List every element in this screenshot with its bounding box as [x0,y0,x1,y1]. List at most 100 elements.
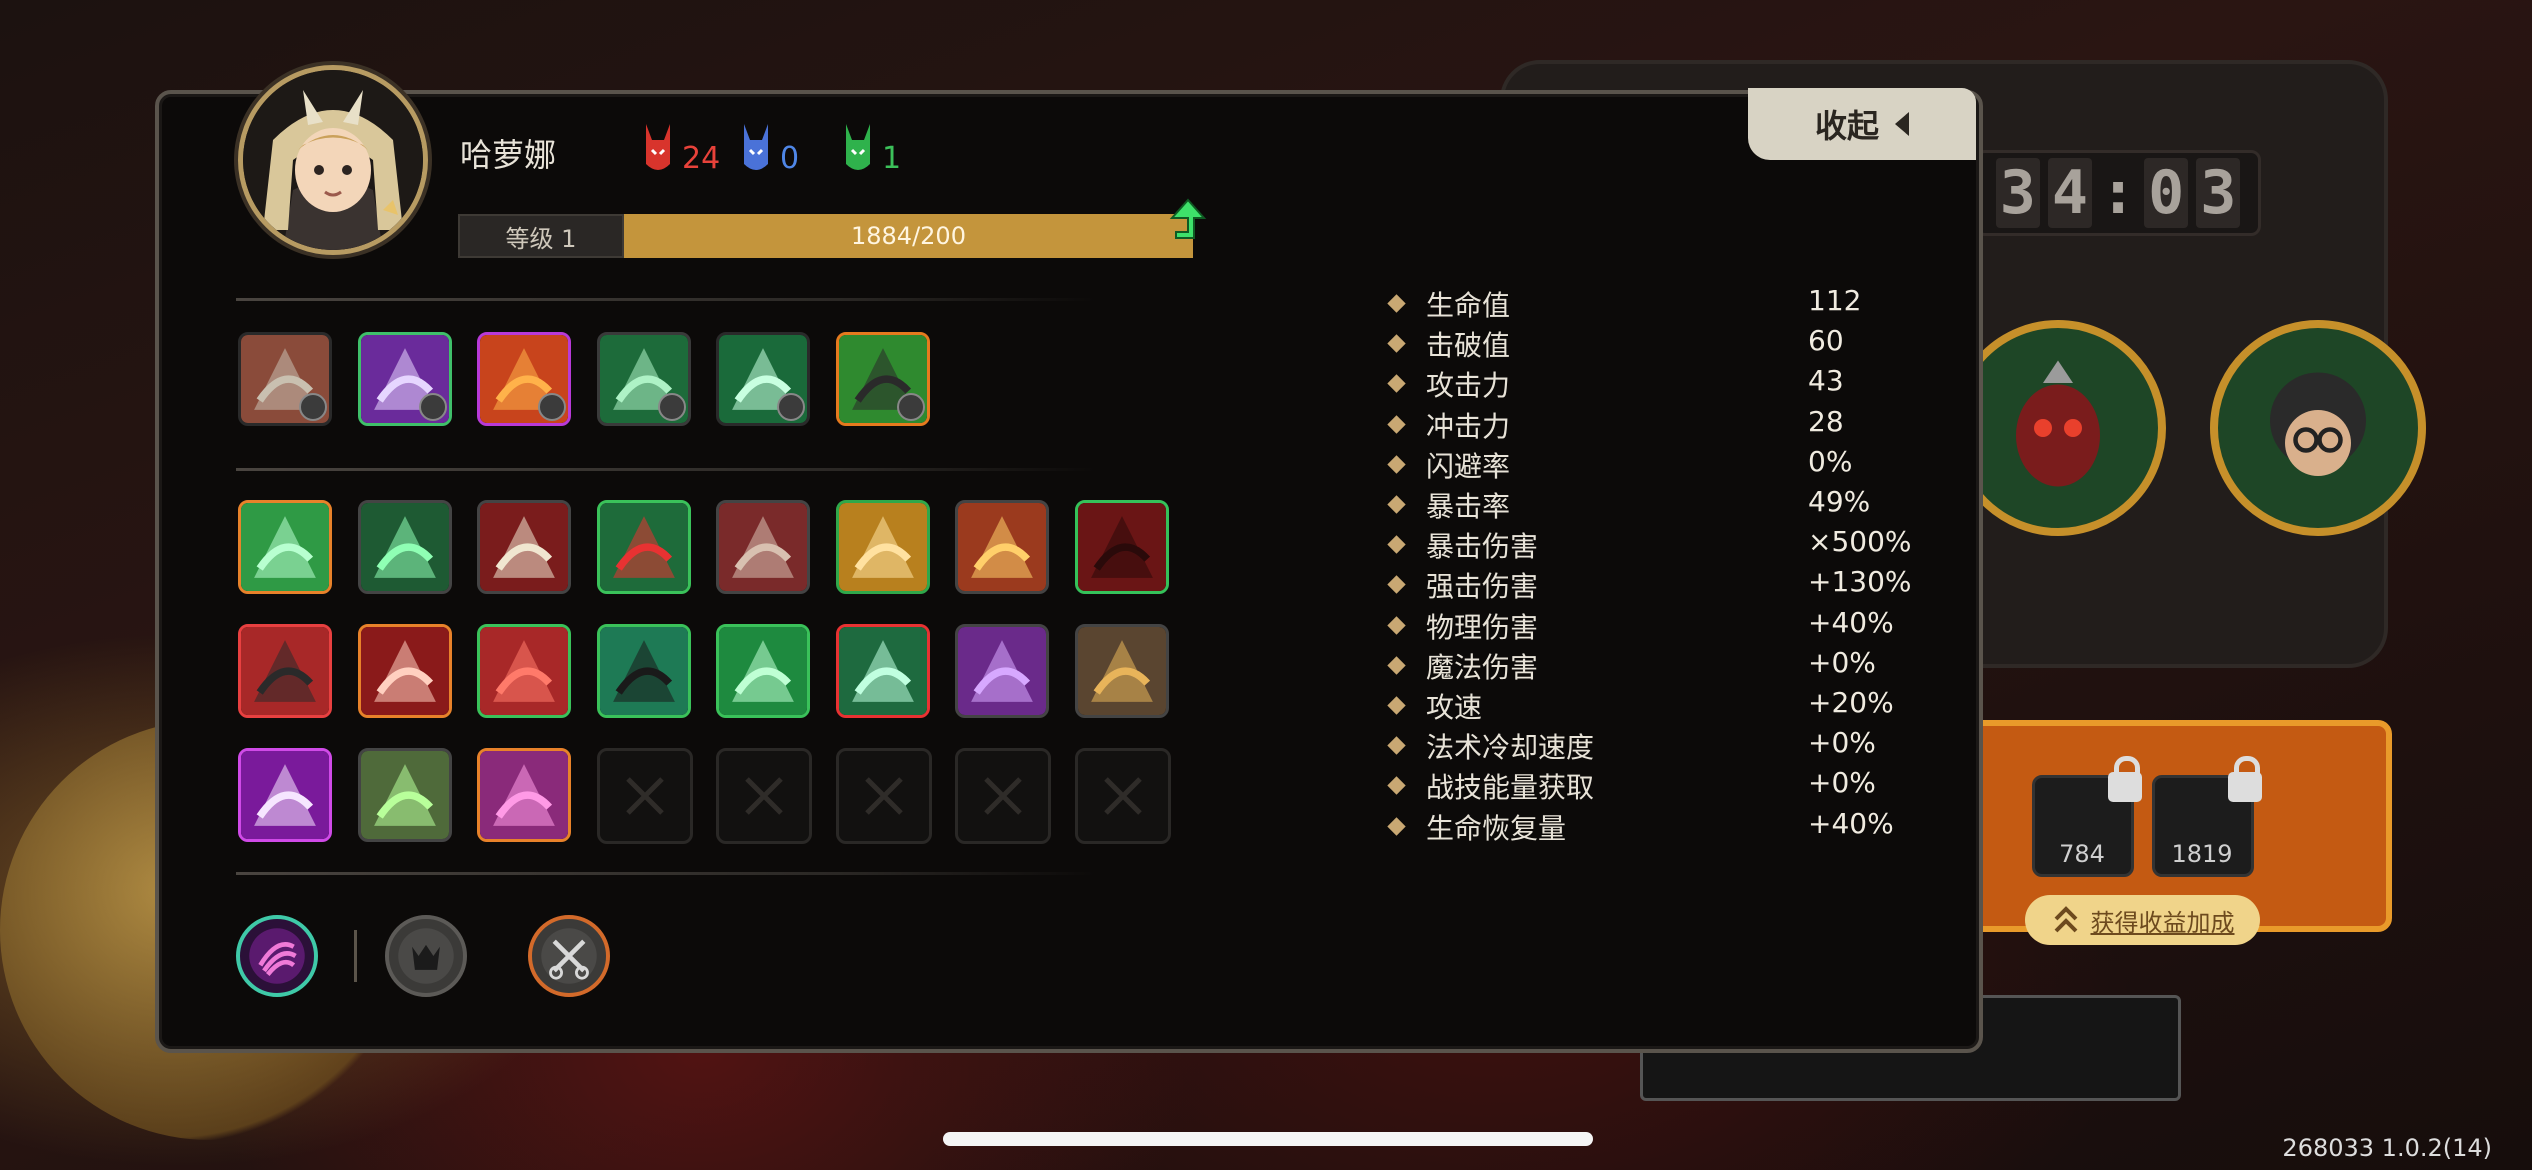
stat-value: +20% [1808,686,1894,719]
empty-slot[interactable] [596,748,693,844]
red-fang-icon[interactable] [357,624,452,718]
empty-slot[interactable] [835,748,932,844]
green-shards-icon[interactable] [716,624,810,718]
red-wolf-icon[interactable] [1074,500,1169,594]
gain-bonus-button[interactable]: 获得收益加成 [2025,895,2260,945]
stat-row: 魔法伤害 +0% [1387,646,1910,686]
empty-slot-icon [625,777,664,815]
red-currency: 24 [640,120,720,176]
golden-spikes-icon[interactable] [835,500,930,594]
green-syringe-icon[interactable] [835,332,930,426]
diamond-bullet-icon [1387,615,1406,635]
stat-label: 生命恢复量 [1426,811,1567,845]
fire-gate-icon[interactable] [955,500,1049,594]
green-burst-icon[interactable] [357,500,452,594]
green-spike-icon[interactable] [596,332,691,426]
empty-slot-icon [864,777,903,815]
red-axe-icon[interactable] [238,624,332,718]
purple-blade-icon[interactable] [238,748,332,842]
green-vortex-icon[interactable] [238,500,332,594]
stat-row: 暴击伤害 ×500% [1387,525,1912,565]
stat-label: 攻击力 [1426,369,1511,403]
stat-value: 43 [1808,364,1844,398]
skill-separator [354,930,357,982]
fire-swirl-icon[interactable] [477,332,571,426]
stat-label: 闪避率 [1426,449,1511,483]
diamond-bullet-icon [1387,495,1406,514]
stat-row: 战技能量获取 +0% [1387,766,1910,806]
green-feathers-icon[interactable] [835,624,930,718]
stat-value: +40% [1808,605,1894,639]
blue-currency: 0 [738,120,799,176]
stat-row: 冲击力 28 [1387,404,1910,445]
beast-skill-icon[interactable] [385,915,467,997]
stat-value: 112 [1808,284,1862,317]
exp-bar: 等级 1 1884/200 [458,214,1193,258]
element-badge-icon [777,393,805,421]
gain-bonus-label: 获得收益加成 [2090,908,2235,937]
diamond-bullet-icon [1387,816,1406,836]
stat-value: 28 [1808,404,1844,438]
section-divider [236,468,1096,471]
gold-gear-icon[interactable] [1074,624,1169,718]
stat-value: 49% [1808,485,1871,518]
purple-fish-icon[interactable] [477,748,571,842]
diamond-bullet-icon [1387,696,1406,715]
stat-label: 暴击伤害 [1426,530,1539,564]
level-label: 等级 1 [458,214,624,258]
section-divider [236,298,1096,301]
stat-label: 攻速 [1426,691,1483,724]
green-crystal-icon[interactable] [716,332,810,426]
diamond-bullet-icon [1387,535,1406,554]
hooded-figure-icon[interactable] [596,624,691,718]
element-badge-icon [538,393,566,421]
stat-row: 闪避率 0% [1387,444,1910,485]
version-label: 268033 1.0.2(14) [2282,1134,2492,1162]
diamond-bullet-icon [1387,736,1406,755]
stat-value: +130% [1808,565,1912,599]
element-badge-icon [657,393,686,421]
diamond-bullet-icon [1387,334,1406,353]
timer-digit: 4 [2047,158,2092,228]
empty-slot[interactable] [955,748,1051,844]
stat-value: 0% [1808,444,1853,478]
empty-slot-icon [745,777,783,815]
double-chevron-up-icon [2054,906,2077,933]
green-legs-icon[interactable] [357,748,452,842]
level-up-arrow-icon[interactable] [1168,198,1208,248]
timer-digit: 3 [1995,158,2040,228]
stat-label: 物理伤害 [1426,610,1539,644]
purple-boot-icon[interactable] [357,332,452,426]
demon-mask-icon[interactable] [716,500,810,594]
purple-dragon-icon[interactable] [955,624,1049,718]
diamond-bullet-icon [1387,575,1406,595]
triangle-left-icon [1895,112,1909,136]
stat-label: 魔法伤害 [1426,650,1539,684]
empty-slot[interactable] [1074,748,1171,844]
green-currency: 1 [840,120,901,176]
red-arrow-icon[interactable] [596,500,691,594]
stat-label: 生命值 [1426,289,1511,322]
hero-portrait[interactable] [238,65,428,255]
red-leaf-icon[interactable] [477,624,571,718]
stat-value: +0% [1808,766,1876,800]
stat-row: 暴击率 49% [1387,485,1910,525]
red-slash-icon[interactable] [477,500,571,594]
collapse-button[interactable]: 收起 [1748,88,1976,160]
stat-row: 法术冷却速度 +0% [1387,726,1910,766]
empty-slot[interactable] [716,748,812,844]
stat-row: 生命值 112 [1387,284,1910,324]
stat-label: 强击伤害 [1426,570,1539,604]
stat-value: +40% [1808,806,1894,840]
diamond-bullet-icon [1387,414,1406,434]
ally-avatar[interactable] [2210,320,2426,536]
red-currency-value: 24 [682,141,721,176]
scissors-skill-icon[interactable] [528,915,610,997]
diamond-bullet-icon [1387,294,1406,313]
claw-slash-icon[interactable] [238,332,332,426]
diamond-bullet-icon [1387,776,1406,796]
purple-claw-skill-icon[interactable] [236,915,318,997]
home-indicator[interactable] [943,1132,1593,1146]
stat-label: 冲击力 [1426,409,1511,443]
element-badge-icon [418,393,447,421]
